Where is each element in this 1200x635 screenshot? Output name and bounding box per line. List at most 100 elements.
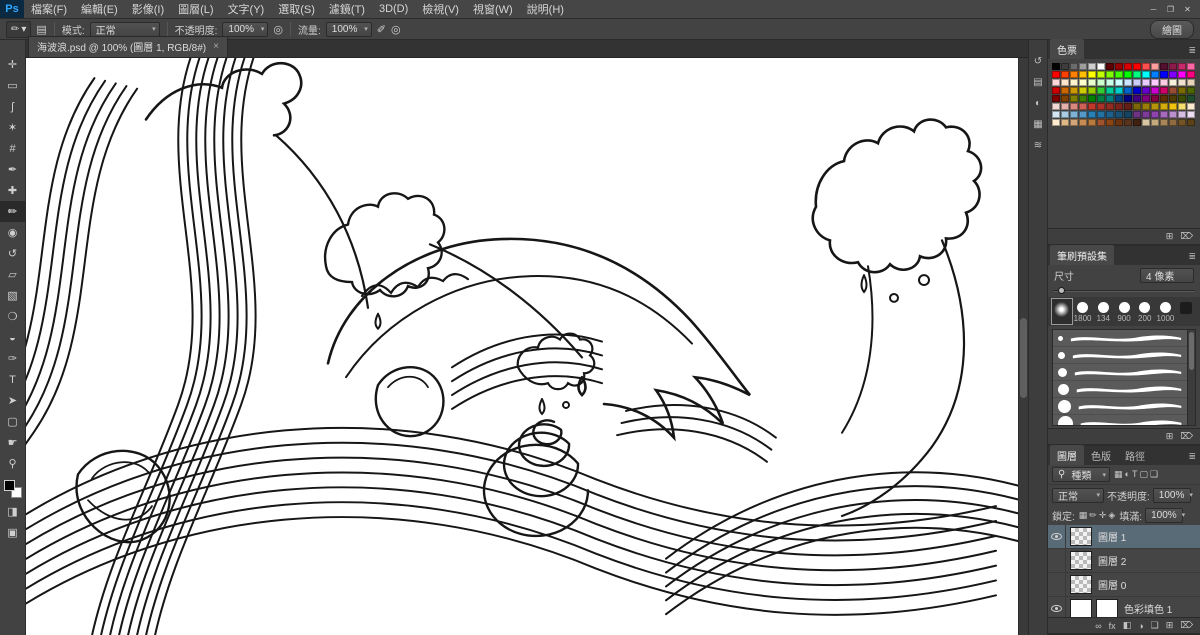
- layer-row[interactable]: 圖層 0: [1048, 573, 1200, 597]
- lock-position-icon[interactable]: ✛: [1098, 510, 1108, 520]
- color-swatch[interactable]: [1061, 87, 1069, 94]
- color-swatch[interactable]: [1115, 111, 1123, 118]
- color-swatch[interactable]: [1052, 111, 1060, 118]
- lock-transparency-icon[interactable]: ▦: [1078, 510, 1089, 520]
- visibility-eye-icon[interactable]: [1048, 597, 1066, 617]
- toggle-brush-panel-icon[interactable]: ▤: [36, 23, 46, 36]
- color-swatch[interactable]: [1097, 63, 1105, 70]
- document-tab[interactable]: 海波浪.psd @ 100% (圖層 1, RGB/8#) ×: [28, 36, 228, 57]
- color-swatch[interactable]: [1133, 63, 1141, 70]
- tab-channels[interactable]: 色版: [1084, 445, 1118, 465]
- color-swatch[interactable]: [1070, 111, 1078, 118]
- filter-smart-objects-icon[interactable]: ❑: [1149, 469, 1159, 479]
- color-swatch[interactable]: [1142, 63, 1150, 70]
- color-swatch[interactable]: [1124, 79, 1132, 86]
- color-swatch[interactable]: [1088, 103, 1096, 110]
- scrollbar-thumb[interactable]: [1020, 318, 1027, 399]
- menu-item[interactable]: 圖層(L): [171, 0, 220, 18]
- color-swatch[interactable]: [1124, 63, 1132, 70]
- color-swatch[interactable]: [1169, 87, 1177, 94]
- visibility-eye-icon[interactable]: [1048, 525, 1066, 548]
- color-swatch[interactable]: [1178, 111, 1186, 118]
- brush-tip-round[interactable]: 900: [1114, 299, 1134, 324]
- color-swatch[interactable]: [1124, 71, 1132, 78]
- color-swatch[interactable]: [1160, 87, 1168, 94]
- color-swatch[interactable]: [1106, 71, 1114, 78]
- brush-tip-soft[interactable]: [1052, 299, 1072, 324]
- color-swatch[interactable]: [1088, 71, 1096, 78]
- color-swatch[interactable]: [1187, 95, 1195, 102]
- menu-item[interactable]: 檔案(F): [24, 0, 74, 18]
- color-swatch[interactable]: [1133, 103, 1141, 110]
- menu-item[interactable]: 說明(H): [520, 0, 571, 18]
- color-swatch[interactable]: [1070, 95, 1078, 102]
- menu-item[interactable]: 影像(I): [125, 0, 171, 18]
- color-swatch[interactable]: [1169, 79, 1177, 86]
- menu-item[interactable]: 檢視(V): [415, 0, 466, 18]
- color-swatch[interactable]: [1160, 103, 1168, 110]
- adjustments-panel-icon[interactable]: ◐: [1035, 98, 1041, 109]
- color-swatch[interactable]: [1169, 63, 1177, 70]
- brush-preset-row[interactable]: [1053, 347, 1195, 364]
- color-swatch[interactable]: [1133, 79, 1141, 86]
- brush-preset-row[interactable]: [1053, 415, 1195, 426]
- quick-mask-icon[interactable]: ◨: [0, 501, 25, 522]
- tab-brush-presets[interactable]: 筆刷預設集: [1050, 245, 1114, 265]
- color-swatch[interactable]: [1061, 103, 1069, 110]
- layer-name[interactable]: 圖層 1: [1098, 529, 1126, 544]
- lock-all-icon[interactable]: ◈: [1107, 510, 1116, 520]
- delete-layer-icon[interactable]: ⌦: [1180, 620, 1193, 631]
- layer-name[interactable]: 圖層 2: [1098, 553, 1126, 568]
- color-swatch[interactable]: [1115, 119, 1123, 126]
- color-swatch[interactable]: [1169, 111, 1177, 118]
- color-swatch[interactable]: [1124, 111, 1132, 118]
- color-swatch[interactable]: [1142, 71, 1150, 78]
- color-swatch[interactable]: [1124, 119, 1132, 126]
- menu-item[interactable]: 濾鏡(T): [322, 0, 372, 18]
- scrollbar-thumb[interactable]: [1189, 332, 1194, 370]
- visibility-toggle[interactable]: [1048, 549, 1066, 572]
- color-swatch[interactable]: [1178, 119, 1186, 126]
- color-swatch[interactable]: [1097, 103, 1105, 110]
- spot-healing-brush-tool[interactable]: ✚: [0, 180, 25, 201]
- color-swatch[interactable]: [1097, 79, 1105, 86]
- layer-name[interactable]: 色彩填色 1: [1124, 601, 1172, 616]
- color-swatch[interactable]: [1115, 63, 1123, 70]
- color-swatch[interactable]: [1052, 103, 1060, 110]
- color-swatch[interactable]: [1070, 79, 1078, 86]
- color-swatch[interactable]: [1115, 95, 1123, 102]
- color-swatch[interactable]: [1115, 103, 1123, 110]
- color-swatch[interactable]: [1106, 63, 1114, 70]
- menu-item[interactable]: 選取(S): [271, 0, 322, 18]
- color-swatch[interactable]: [1124, 87, 1132, 94]
- color-swatch[interactable]: [1169, 95, 1177, 102]
- color-swatch[interactable]: [1097, 87, 1105, 94]
- color-swatch[interactable]: [1097, 71, 1105, 78]
- tab-layers[interactable]: 圖層: [1050, 445, 1084, 465]
- color-swatch[interactable]: [1151, 87, 1159, 94]
- color-swatch[interactable]: [1097, 111, 1105, 118]
- color-swatch[interactable]: [1115, 71, 1123, 78]
- color-swatch[interactable]: [1187, 71, 1195, 78]
- color-swatch[interactable]: [1115, 87, 1123, 94]
- slider-knob[interactable]: [1058, 287, 1065, 294]
- filter-pixel-layers-icon[interactable]: ▦: [1113, 469, 1124, 479]
- color-swatch[interactable]: [1187, 63, 1195, 70]
- color-swatch[interactable]: [1178, 63, 1186, 70]
- color-swatch[interactable]: [1133, 71, 1141, 78]
- blend-mode-select[interactable]: 正常 ▾: [90, 22, 160, 37]
- menu-item[interactable]: 編輯(E): [74, 0, 125, 18]
- color-swatch[interactable]: [1061, 79, 1069, 86]
- adjustment-layer-icon[interactable]: ◑: [1138, 621, 1143, 631]
- color-swatch[interactable]: [1079, 103, 1087, 110]
- color-swatch[interactable]: [1151, 103, 1159, 110]
- color-swatch[interactable]: [1061, 71, 1069, 78]
- color-swatch[interactable]: [1142, 103, 1150, 110]
- quick-selection-tool[interactable]: ✶: [0, 117, 25, 138]
- color-swatch[interactable]: [1142, 119, 1150, 126]
- layer-thumbnail[interactable]: [1070, 527, 1092, 546]
- color-swatch[interactable]: [1142, 111, 1150, 118]
- color-swatch[interactable]: [1169, 71, 1177, 78]
- type-tool[interactable]: T: [0, 369, 25, 390]
- new-layer-icon[interactable]: ⊞: [1166, 620, 1174, 631]
